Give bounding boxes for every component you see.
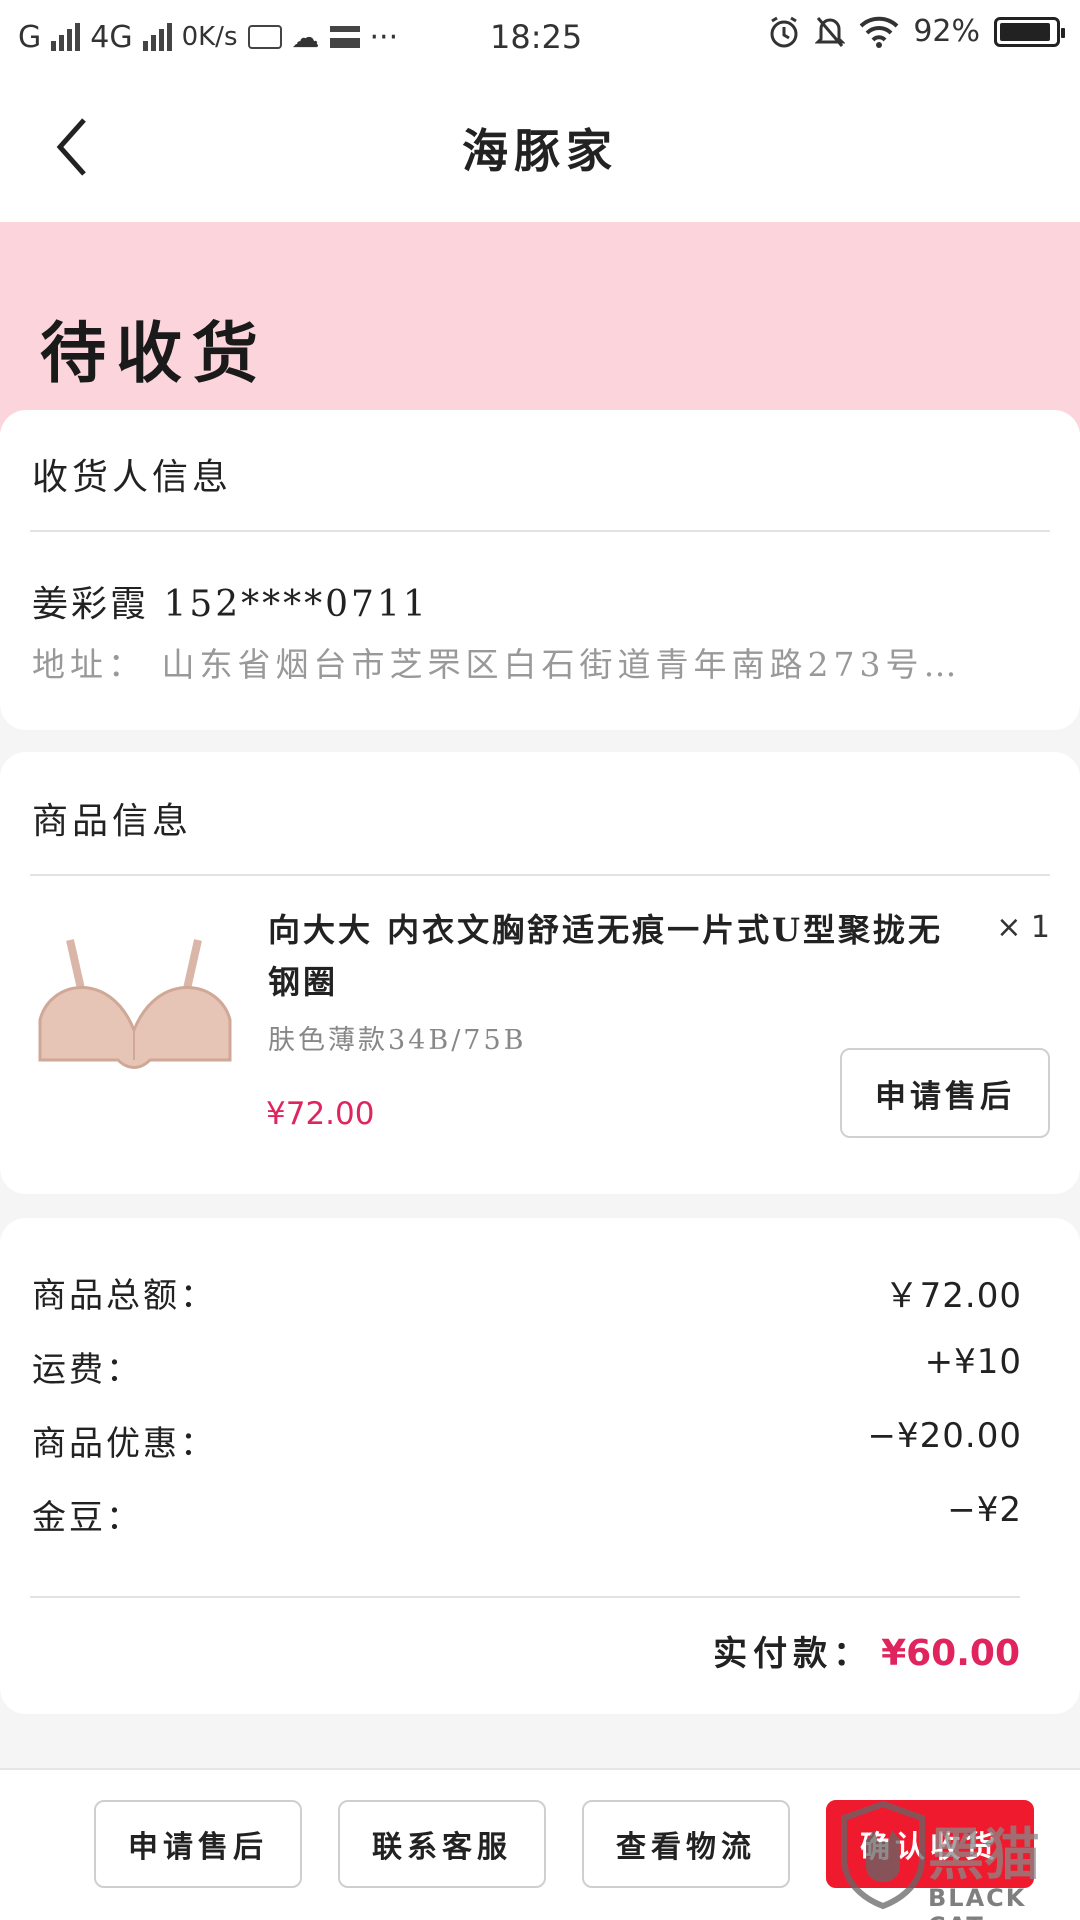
cloud-icon: ☁: [291, 20, 320, 54]
recipient-header: 收货人信息: [32, 457, 233, 498]
signal-icon-2: [142, 23, 172, 51]
product-variant: 肤色薄款34B/75B: [268, 1025, 527, 1056]
bottom-action-bar: 申请售后 联系客服 查看物流 确认收货: [0, 1768, 1080, 1920]
summary-label: 商品优惠：: [32, 1424, 217, 1464]
product-price: ¥72.00: [266, 1096, 375, 1132]
summary-value: −¥20.00: [867, 1416, 1022, 1456]
apply-after-sale-button[interactable]: 申请售后: [94, 1800, 302, 1888]
back-button[interactable]: [48, 112, 108, 182]
summary-row-discount: 商品优惠： −¥20.00: [32, 1416, 1022, 1465]
total-paid-row: 实付款： ¥60.00: [713, 1626, 1020, 1675]
confirm-receipt-button[interactable]: 确认收货: [826, 1800, 1034, 1888]
summary-label: 金豆：: [32, 1498, 143, 1538]
network-label: 4G: [90, 19, 133, 55]
mute-icon: [815, 16, 846, 47]
summary-label: 商品总额：: [32, 1276, 217, 1316]
total-paid-value: ¥60.00: [881, 1633, 1020, 1674]
status-time: 18:25: [490, 18, 583, 56]
app-notification-icon: [247, 25, 282, 49]
view-logistics-button[interactable]: 查看物流: [582, 1800, 790, 1888]
recipient-card: 收货人信息 姜彩霞 152****0711 地址： 山东省烟台市芝罘区白石街道青…: [0, 410, 1080, 730]
product-after-sale-button[interactable]: 申请售后: [840, 1048, 1050, 1138]
signal-icon: [51, 23, 81, 51]
status-left: G 4G 0K/s ☁ ···: [18, 20, 398, 55]
product-header: 商品信息: [32, 801, 193, 842]
network-speed: 0K/s: [181, 22, 238, 52]
product-image[interactable]: [30, 910, 240, 1110]
summary-value: ￥72.00: [884, 1276, 1022, 1316]
nav-bar: 海豚家: [0, 74, 1080, 222]
summary-label: 运费：: [32, 1350, 143, 1390]
price-summary-card: 商品总额： ￥72.00 运费： +¥10 商品优惠： −¥20.00 金豆： …: [0, 1218, 1080, 1714]
order-status-banner: 待收货: [0, 222, 1080, 432]
carrier-label: G: [18, 19, 42, 55]
divider: [30, 1596, 1020, 1598]
summary-row-subtotal: 商品总额： ￥72.00: [32, 1268, 1022, 1317]
page-title: 海豚家: [462, 124, 618, 178]
battery-percent: 92%: [913, 14, 980, 49]
status-right: 92%: [767, 14, 1065, 49]
status-bar: G 4G 0K/s ☁ ··· 18:25 92%: [0, 0, 1080, 74]
recipient-address: 地址： 山东省烟台市芝罘区白石街道青年南路273号…: [32, 645, 962, 684]
product-title[interactable]: 向大大 内衣文胸舒适无痕一片式U型聚拢无钢圈: [268, 904, 958, 1008]
contact-service-button[interactable]: 联系客服: [338, 1800, 546, 1888]
wifi-icon: [859, 16, 899, 48]
summary-value: −¥2: [947, 1490, 1022, 1530]
order-status-label: 待收货: [40, 314, 268, 392]
summary-row-shipping: 运费： +¥10: [32, 1342, 1022, 1391]
recipient-name-phone: 姜彩霞 152****0711: [32, 584, 429, 625]
battery-icon: [994, 16, 1065, 47]
product-card: 商品信息 向大大 内衣文胸舒适无痕一片式U型聚拢无钢圈 × 1 肤色薄款34B/…: [0, 752, 1080, 1194]
summary-row-gold-beans: 金豆： −¥2: [32, 1490, 1022, 1539]
storage-icon: [329, 26, 360, 48]
total-paid-label: 实付款：: [713, 1634, 874, 1674]
alarm-icon: [770, 16, 798, 47]
divider: [30, 530, 1050, 532]
bra-image-icon: [30, 910, 240, 1110]
chevron-left-icon: [56, 118, 86, 176]
product-quantity: × 1: [996, 910, 1050, 945]
more-dots-icon: ···: [369, 19, 399, 55]
divider: [30, 874, 1050, 876]
summary-value: +¥10: [924, 1342, 1022, 1382]
